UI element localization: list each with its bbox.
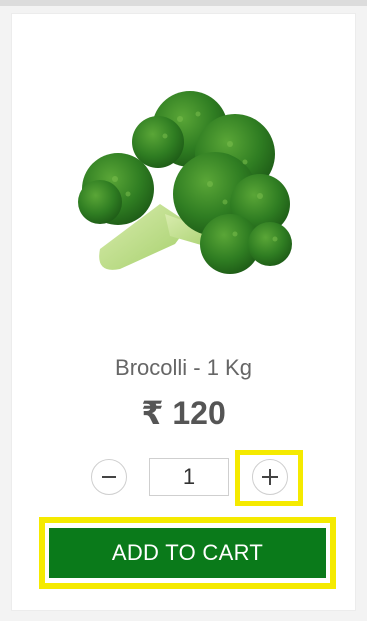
minus-icon xyxy=(102,476,116,478)
quantity-input[interactable] xyxy=(149,458,229,496)
increment-button[interactable] xyxy=(252,459,288,495)
page-frame: Brocolli - 1 Kg ₹ 120 ADD TO CART xyxy=(0,0,367,621)
decrement-button[interactable] xyxy=(91,459,127,495)
product-image xyxy=(70,84,300,289)
broccoli-image xyxy=(78,91,292,274)
top-divider xyxy=(0,0,367,6)
product-card: Brocolli - 1 Kg ₹ 120 ADD TO CART xyxy=(12,14,355,610)
add-to-cart-button[interactable]: ADD TO CART xyxy=(49,528,326,578)
product-name: Brocolli - 1 Kg xyxy=(115,355,252,380)
quantity-stepper xyxy=(12,450,355,506)
product-price: ₹ 120 xyxy=(141,395,226,431)
plus-icon xyxy=(262,469,278,485)
